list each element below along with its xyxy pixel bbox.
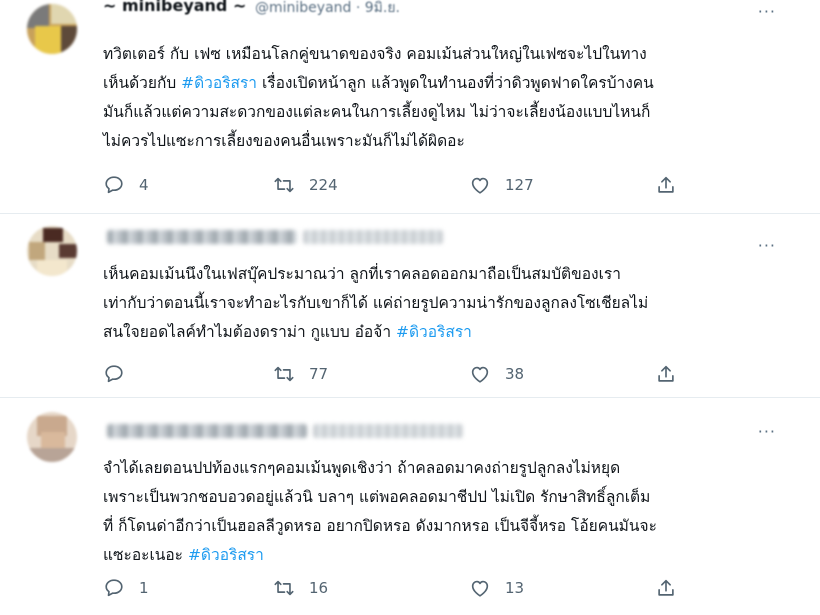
tweet-text-line: มันก็แล้วแต่ความสะดวกของแต่ละคนในการเลี้… — [103, 103, 651, 121]
retweet-button[interactable]: 224 — [273, 173, 338, 197]
tweet-actions: 4 224 127 — [103, 173, 703, 197]
share-button[interactable] — [655, 173, 677, 197]
author-handle-blurred[interactable] — [313, 424, 463, 438]
share-icon — [658, 579, 674, 596]
reply-count: 4 — [139, 176, 149, 194]
tweet-text-line: จำได้เลยตอนปปท้องแรกๆคอมเม้นพูดเชิงว่า ถ… — [103, 459, 621, 477]
tweet-text: เห็นคอมเม้นนึงในเฟสบุ๊คประมาณว่า ลูกที่เ… — [103, 260, 793, 347]
like-count: 127 — [505, 176, 534, 194]
share-button[interactable] — [655, 576, 677, 600]
retweet-count: 16 — [309, 579, 329, 597]
hashtag-link[interactable]: #ดิวอริสรา — [188, 546, 264, 564]
retweet-button[interactable]: 16 — [273, 576, 328, 600]
tweet-text-line: เห็นคอมเม้นนึงในเฟสบุ๊คประมาณว่า ลูกที่เ… — [103, 265, 621, 283]
tweet-text-line: เพราะเป็นพวกชอบอวดอยู่แล้วนิ บลาๆ แต่พอค… — [103, 488, 651, 506]
like-button[interactable]: 127 — [469, 173, 534, 197]
avatar[interactable] — [27, 412, 77, 462]
avatar[interactable] — [27, 226, 77, 276]
reply-bubble-icon — [105, 176, 123, 194]
more-dots-icon[interactable]: ··· — [758, 422, 776, 441]
reply-button[interactable]: 1 — [103, 576, 149, 600]
tweet-text: จำได้เลยตอนปปท้องแรกๆคอมเม้นพูดเชิงว่า ถ… — [103, 454, 793, 570]
retweet-icon — [274, 580, 294, 596]
tweet-text-line: เท่ากับว่าตอนนี้เราจะทำอะไรกับเขาก็ได้ แ… — [103, 294, 649, 312]
tweet-text-line: แซะอะเนอะ #ดิวอริสรา — [103, 541, 793, 570]
more-dots-icon[interactable]: ··· — [758, 236, 776, 255]
share-button[interactable] — [655, 362, 677, 386]
avatar[interactable] — [27, 4, 77, 54]
tweet-actions: 77 38 — [103, 362, 703, 386]
reply-button[interactable] — [103, 362, 139, 386]
author-name-blurred[interactable] — [107, 230, 297, 244]
reply-button[interactable]: 4 — [103, 173, 149, 197]
like-button[interactable]: 38 — [469, 362, 524, 386]
retweet-count: 77 — [309, 365, 329, 383]
tweet-text-line: ทวิตเตอร์ กับ เฟซ เหมือนโลกคู่ขนาดของจริ… — [103, 45, 647, 63]
reply-bubble-icon — [105, 579, 123, 597]
retweet-button[interactable]: 77 — [273, 362, 328, 386]
tweet[interactable]: ··· เห็นคอมเม้นนึงในเฟสบุ๊คประมาณว่า ลูก… — [0, 214, 820, 397]
tweet-header — [103, 422, 743, 442]
retweet-icon — [274, 366, 294, 382]
heart-icon — [471, 177, 489, 194]
tweet-text-line: สนใจยอดไลค์ทำไมต้องดราม่า กูแบบ อ๋อจ้า #… — [103, 318, 793, 347]
author-name-blurred[interactable] — [107, 424, 307, 438]
retweet-count: 224 — [309, 176, 338, 194]
tweet-text-line: ที่ ก็โดนด่าอีกว่าเป็นฮอลลีวูดหรอ อยากปิ… — [103, 517, 657, 535]
author-name[interactable]: ~ minibeyand ~ — [103, 0, 246, 15]
like-count: 13 — [505, 579, 525, 597]
text-segment: แซะอะเนอะ — [103, 546, 188, 564]
more-dots-icon[interactable]: ··· — [758, 2, 776, 21]
like-count: 38 — [505, 365, 525, 383]
share-icon — [658, 176, 674, 193]
reply-count: 1 — [139, 579, 149, 597]
retweet-icon — [274, 177, 294, 193]
author-handle[interactable]: @minibeyand · 9มิ.ย. — [255, 0, 400, 19]
like-button[interactable]: 13 — [469, 576, 524, 600]
tweet-header: ~ minibeyand ~ @minibeyand · 9มิ.ย. — [103, 0, 743, 20]
heart-icon — [471, 580, 489, 597]
tweet[interactable]: ~ minibeyand ~ @minibeyand · 9มิ.ย. ··· … — [0, 0, 820, 213]
tweet-text-line: ไม่ควรไปแซะการเลี้ยงของคนอื่นเพราะมันก็ไ… — [103, 132, 465, 150]
hashtag-link[interactable]: #ดิวอริสรา — [396, 323, 472, 341]
text-segment: สนใจยอดไลค์ทำไมต้องดราม่า กูแบบ อ๋อจ้า — [103, 323, 396, 341]
reply-bubble-icon — [105, 365, 123, 383]
author-handle-blurred[interactable] — [303, 230, 443, 244]
tweet[interactable]: ··· จำได้เลยตอนปปท้องแรกๆคอมเม้นพูดเชิงว… — [0, 398, 820, 615]
tweet-header — [103, 228, 743, 248]
hashtag-link[interactable]: #ดิวอริสรา — [181, 74, 257, 92]
tweet-text-line: เห็นด้วยกับ #ดิวอริสรา เรื่องเปิดหน้าลูก… — [103, 69, 793, 98]
tweet-actions: 1 16 13 — [103, 576, 703, 600]
share-icon — [658, 365, 674, 382]
tweet-text: ทวิตเตอร์ กับ เฟซ เหมือนโลกคู่ขนาดของจริ… — [103, 40, 793, 156]
text-segment: เรื่องเปิดหน้าลูก แล้วพูดในทำนองที่ว่าดิ… — [257, 74, 654, 92]
text-segment: เห็นด้วยกับ — [103, 74, 182, 92]
heart-icon — [471, 366, 489, 383]
